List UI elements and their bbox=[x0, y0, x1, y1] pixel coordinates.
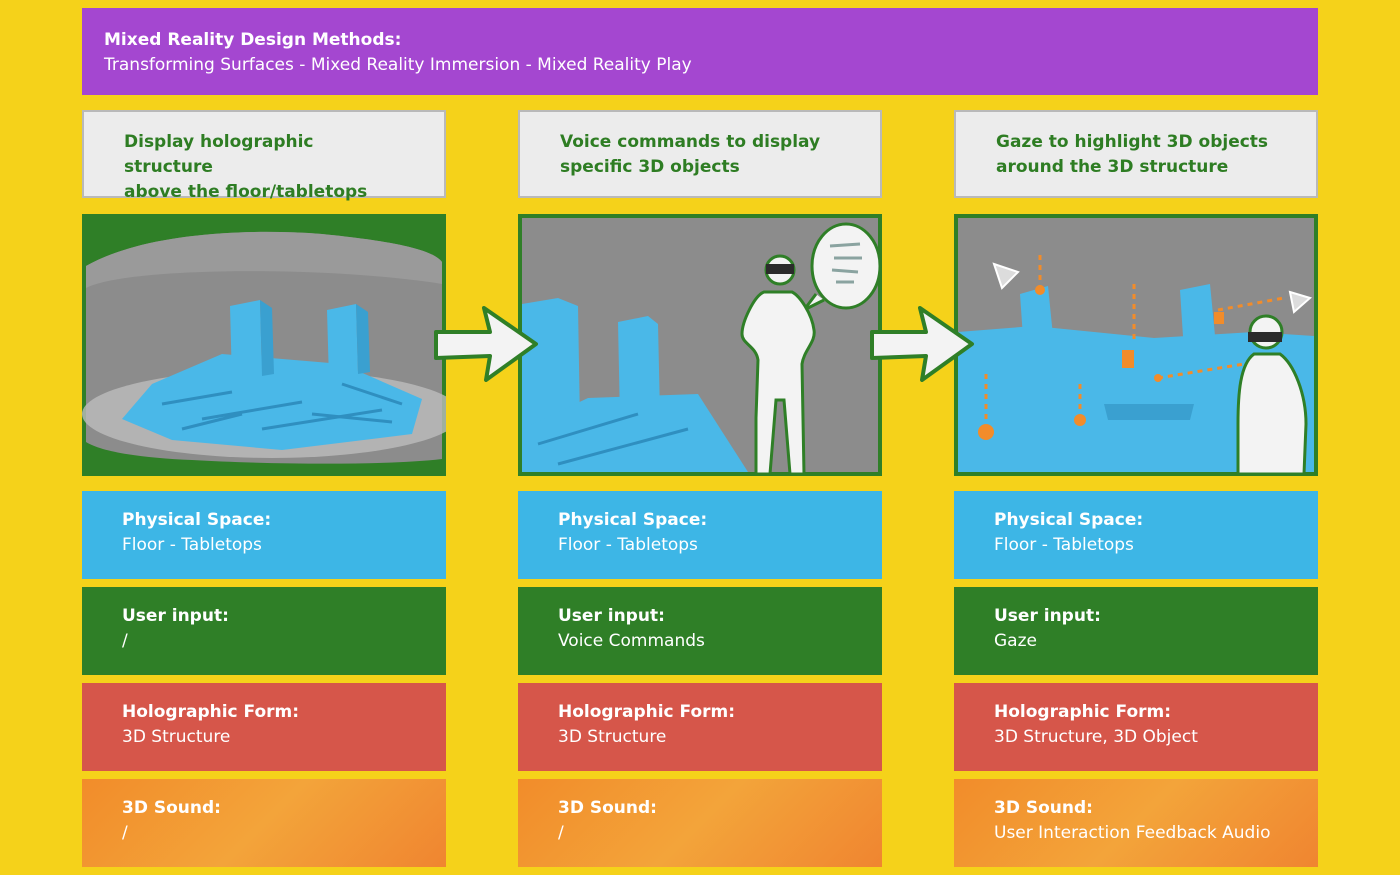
user-input-box: User input: Voice Commands bbox=[518, 587, 882, 675]
user-input-box: User input: / bbox=[82, 587, 446, 675]
physical-space-box: Physical Space: Floor - Tabletops bbox=[518, 491, 882, 579]
user-input-label: User input: bbox=[994, 606, 1101, 626]
heading-line-2: specific 3D objects bbox=[560, 157, 740, 177]
physical-space-label: Physical Space: bbox=[994, 510, 1144, 530]
3d-sound-box: 3D Sound: / bbox=[518, 779, 882, 867]
user-input-value: / bbox=[122, 631, 128, 651]
holographic-form-box: Holographic Form: 3D Structure bbox=[82, 683, 446, 771]
physical-space-label: Physical Space: bbox=[558, 510, 708, 530]
physical-space-value: Floor - Tabletops bbox=[558, 535, 698, 555]
user-input-label: User input: bbox=[558, 606, 665, 626]
flow-arrow-icon bbox=[434, 306, 538, 382]
user-input-label: User input: bbox=[122, 606, 229, 626]
holographic-form-value: 3D Structure bbox=[122, 727, 231, 747]
holographic-form-box: Holographic Form: 3D Structure, 3D Objec… bbox=[954, 683, 1318, 771]
3d-sound-label: 3D Sound: bbox=[122, 798, 221, 818]
heading-line-1: Display holographic structure bbox=[124, 132, 314, 177]
physical-space-box: Physical Space: Floor - Tabletops bbox=[954, 491, 1318, 579]
holographic-form-value: 3D Structure bbox=[558, 727, 667, 747]
3d-sound-value: / bbox=[558, 823, 564, 843]
user-input-value: Gaze bbox=[994, 631, 1037, 651]
column-heading: Display holographic structure above the … bbox=[82, 110, 446, 202]
user-input-value: Voice Commands bbox=[558, 631, 705, 651]
3d-sound-box: 3D Sound: User Interaction Feedback Audi… bbox=[954, 779, 1318, 867]
heading-line-2: around the 3D structure bbox=[996, 157, 1229, 177]
banner-subtitle: Transforming Surfaces - Mixed Reality Im… bbox=[104, 55, 692, 75]
banner-title: Mixed Reality Design Methods: bbox=[104, 30, 402, 50]
speech-bubble-icon bbox=[810, 222, 882, 310]
title-banner: Mixed Reality Design Methods: Transformi… bbox=[82, 8, 1318, 95]
3d-sound-label: 3D Sound: bbox=[994, 798, 1093, 818]
sketch-drawing bbox=[954, 214, 1318, 476]
heading-line-1: Voice commands to display bbox=[560, 132, 821, 152]
holographic-form-value: 3D Structure, 3D Object bbox=[994, 727, 1198, 747]
column-heading: Gaze to highlight 3D objects around the … bbox=[954, 110, 1318, 198]
column-heading: Voice commands to display specific 3D ob… bbox=[518, 110, 882, 198]
holographic-form-label: Holographic Form: bbox=[122, 702, 300, 722]
3d-sound-value: / bbox=[122, 823, 128, 843]
3d-sound-box: 3D Sound: / bbox=[82, 779, 446, 867]
physical-space-box: Physical Space: Floor - Tabletops bbox=[82, 491, 446, 579]
sketch-voice-command bbox=[518, 214, 882, 476]
3d-sound-value: User Interaction Feedback Audio bbox=[994, 823, 1271, 843]
holographic-form-label: Holographic Form: bbox=[994, 702, 1172, 722]
physical-space-label: Physical Space: bbox=[122, 510, 272, 530]
user-input-box: User input: Gaze bbox=[954, 587, 1318, 675]
heading-line-2: above the floor/tabletops bbox=[124, 182, 368, 202]
sketch-holographic-structure bbox=[82, 214, 446, 476]
sketch-drawing bbox=[518, 214, 882, 476]
sketch-gaze-highlight bbox=[954, 214, 1318, 476]
sketch-drawing bbox=[82, 214, 446, 476]
physical-space-value: Floor - Tabletops bbox=[994, 535, 1134, 555]
physical-space-value: Floor - Tabletops bbox=[122, 535, 262, 555]
holographic-form-label: Holographic Form: bbox=[558, 702, 736, 722]
flow-arrow-icon bbox=[870, 306, 974, 382]
heading-line-1: Gaze to highlight 3D objects bbox=[996, 132, 1269, 152]
3d-sound-label: 3D Sound: bbox=[558, 798, 657, 818]
holographic-form-box: Holographic Form: 3D Structure bbox=[518, 683, 882, 771]
